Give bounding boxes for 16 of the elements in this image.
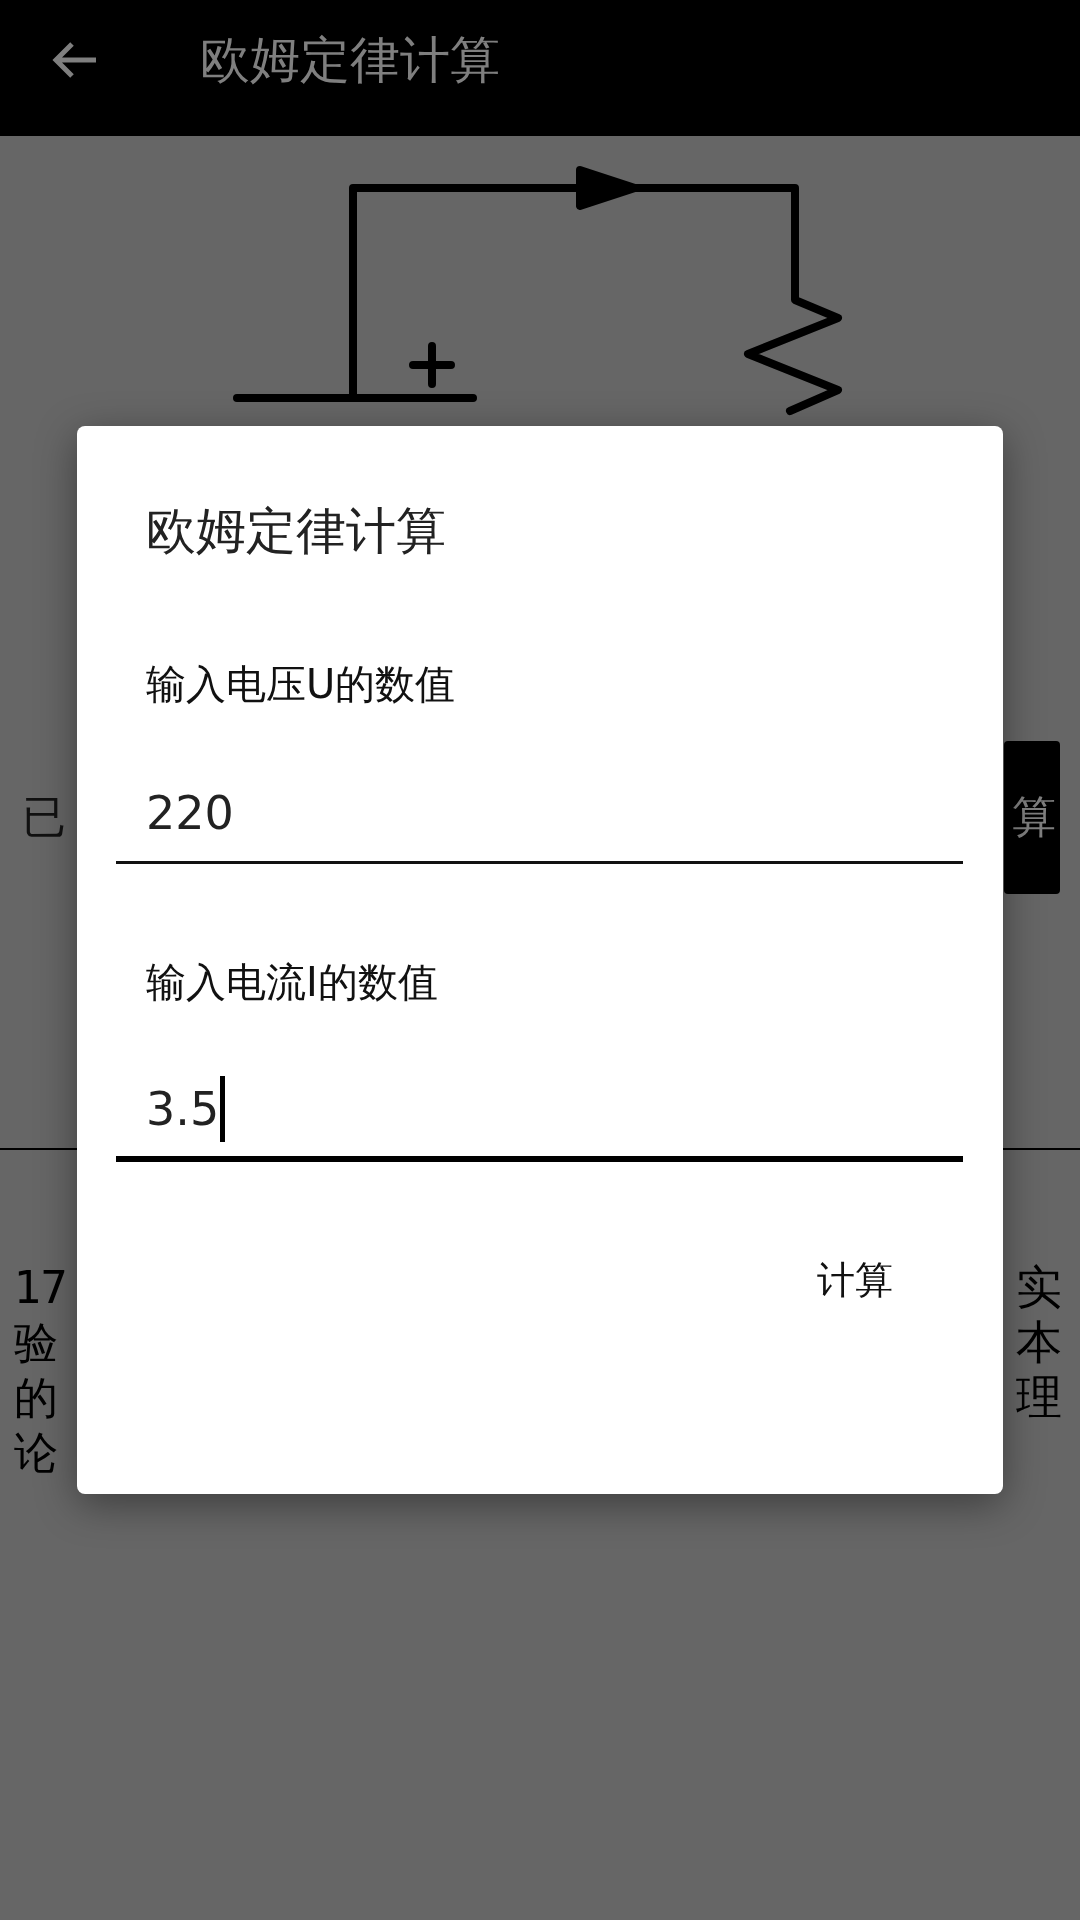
- paragraph-text: 17: [14, 1261, 66, 1315]
- input-field[interactable]: 3.5: [116, 1062, 963, 1162]
- paragraph-text: 验: [14, 1316, 56, 1370]
- calculate-button[interactable]: 算: [1004, 741, 1060, 894]
- field-label: 输入电流I的数值: [146, 958, 439, 1007]
- paragraph-text: 实: [1016, 1260, 1062, 1315]
- paragraph-text: 本: [1016, 1315, 1062, 1370]
- input-field[interactable]: 220: [116, 764, 963, 864]
- label-text: 已: [22, 790, 66, 844]
- paragraph-text: 的: [14, 1371, 56, 1425]
- dialog-title: 欧姆定律计算: [146, 501, 447, 562]
- calculate-button[interactable]: 计算: [797, 1237, 913, 1324]
- field-label: 输入电压U的数值: [146, 660, 457, 709]
- screen-title: 欧姆定律计算: [200, 29, 500, 91]
- paragraph-text: 理: [1016, 1370, 1062, 1425]
- paragraph-text: 论: [14, 1426, 56, 1480]
